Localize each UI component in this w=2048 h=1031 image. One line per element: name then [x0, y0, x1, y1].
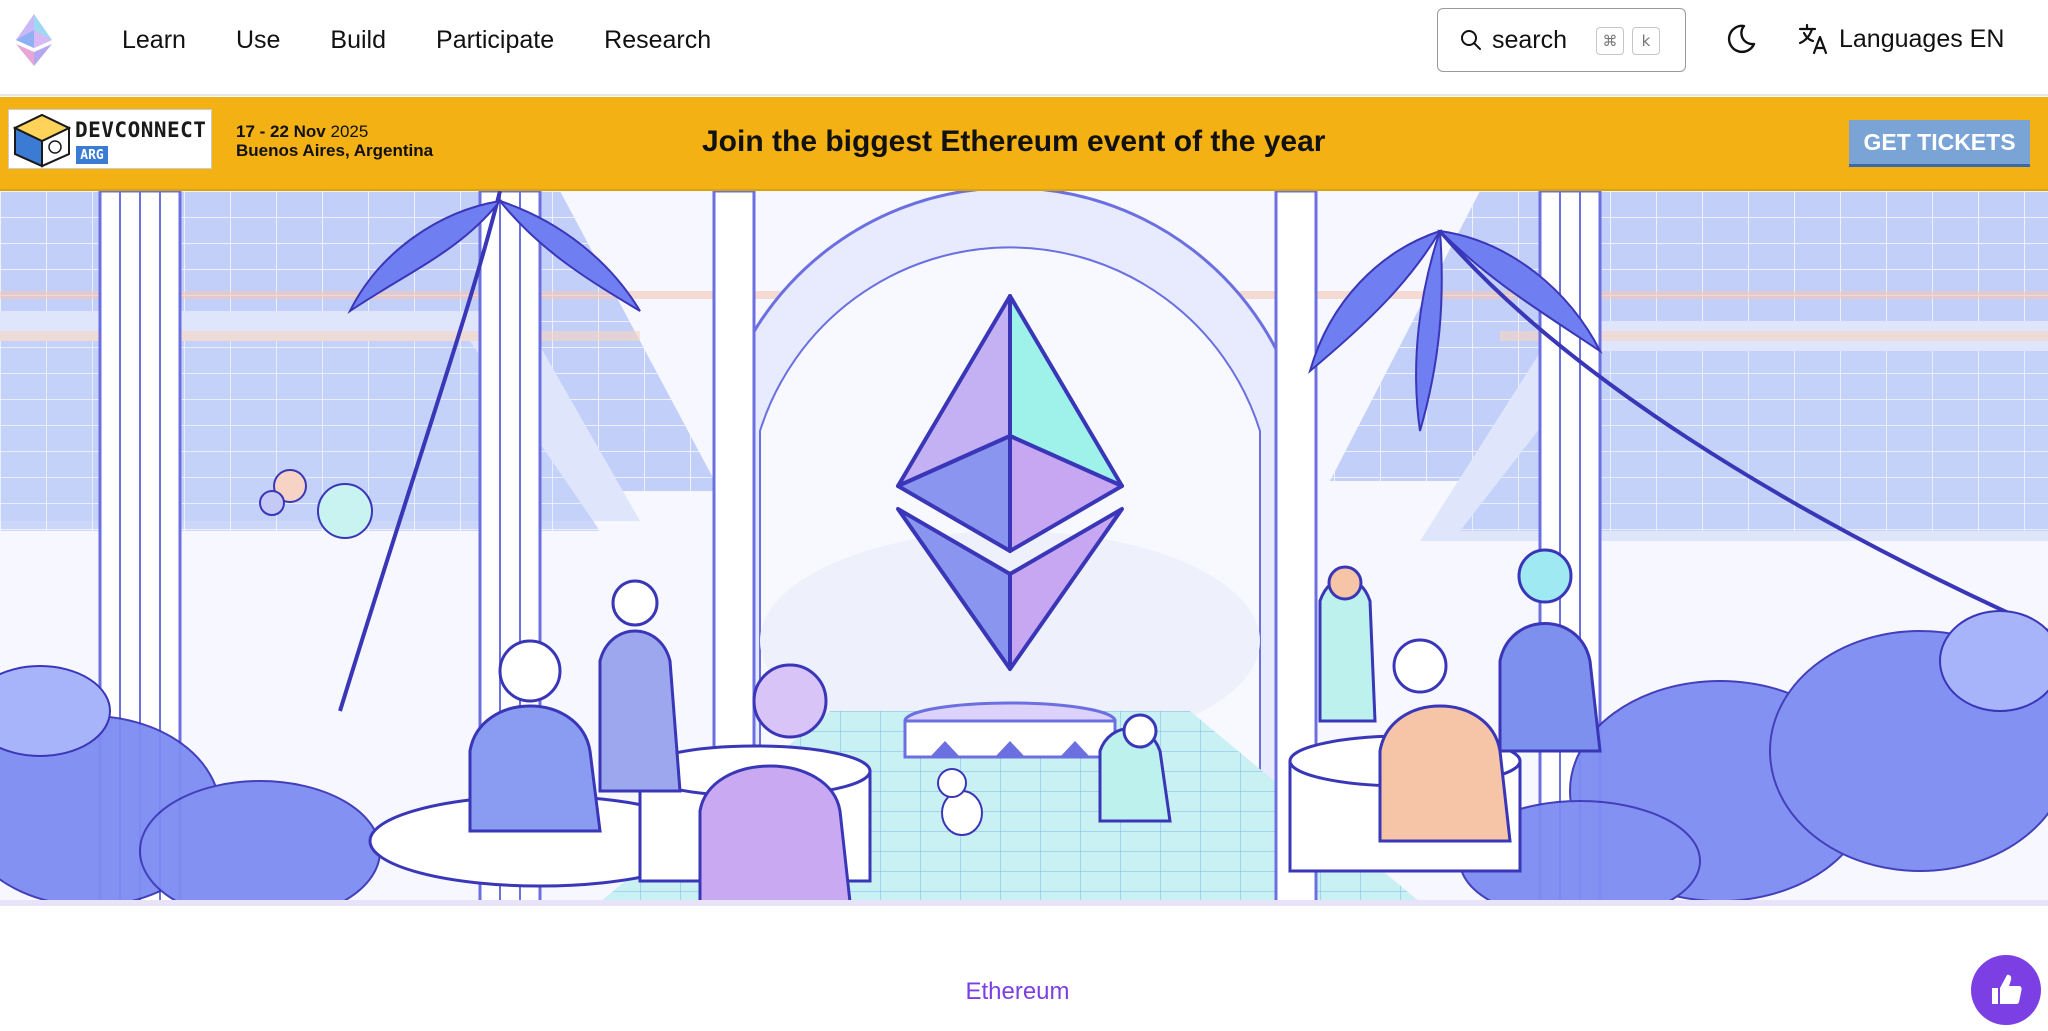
devconnect-cube-icon	[12, 113, 72, 168]
language-label: Languages EN	[1839, 24, 2005, 53]
language-button[interactable]: Languages EN	[1797, 20, 2004, 58]
event-year: 2025	[330, 122, 369, 141]
devconnect-wordmark: DEVCONNECT	[75, 118, 207, 142]
moon-icon[interactable]	[1724, 22, 1758, 56]
event-date-range: 17 - 22 Nov	[236, 122, 326, 141]
nav-learn[interactable]: Learn	[122, 22, 186, 59]
hero-scene-art	[0, 191, 2048, 902]
nav-build[interactable]: Build	[330, 22, 386, 59]
nav-research[interactable]: Research	[604, 22, 711, 59]
main-menu: Learn Use Build Participate Research	[122, 22, 711, 59]
shortcut-k-key: k	[1632, 27, 1660, 55]
nav-participate[interactable]: Participate	[436, 22, 554, 59]
search-icon	[1461, 30, 1481, 50]
ethereum-logo-icon[interactable]	[16, 14, 52, 66]
devconnect-badge: ARG	[76, 146, 108, 164]
translate-icon	[1798, 23, 1828, 55]
nav-use[interactable]: Use	[236, 22, 280, 59]
shortcut-cmd-key: ⌘	[1596, 27, 1624, 55]
feedback-button[interactable]	[1971, 955, 2041, 1025]
hero-divider	[0, 900, 2048, 906]
event-location: Buenos Aires, Argentina	[236, 141, 434, 160]
event-banner: DEVCONNECT ARG 17 - 22 Nov 2025 Buenos A…	[0, 97, 2048, 191]
get-tickets-button[interactable]: GET TICKETS	[1849, 120, 2030, 164]
search-label: search	[1492, 25, 1568, 54]
thumbs-up-icon	[1992, 974, 2022, 1004]
banner-headline: Join the biggest Ethereum event of the y…	[702, 125, 1326, 158]
breadcrumb-ethereum[interactable]: Ethereum	[0, 978, 2035, 1006]
search-button[interactable]: search ⌘ k	[1437, 8, 1686, 72]
top-navigation: Learn Use Build Participate Research sea…	[0, 0, 2048, 96]
devconnect-logo[interactable]: DEVCONNECT ARG	[8, 109, 212, 169]
event-dates: 17 - 22 Nov 2025 Buenos Aires, Argentina	[236, 122, 433, 160]
hero-illustration	[0, 191, 2048, 902]
